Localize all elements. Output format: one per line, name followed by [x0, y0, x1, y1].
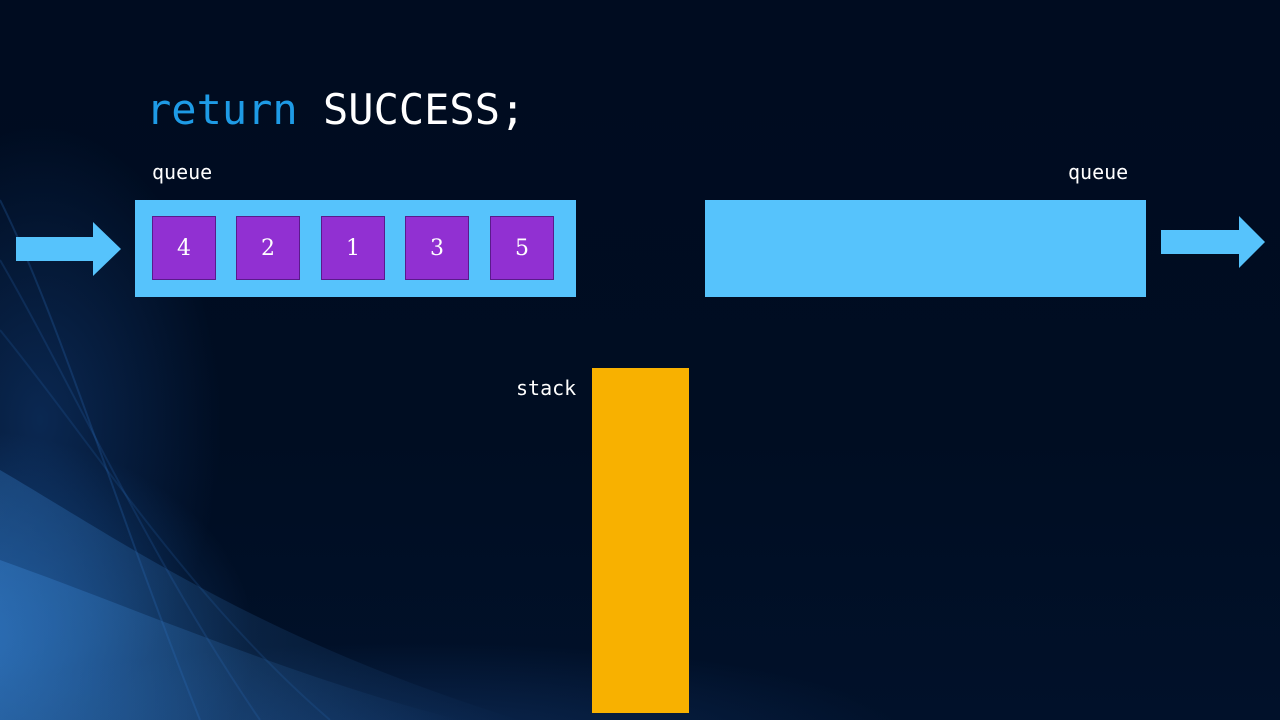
- queue-item: 3: [405, 216, 469, 280]
- output-queue-label: queue: [1068, 160, 1129, 184]
- input-queue: 4 2 1 3 5: [135, 200, 576, 297]
- stack-label: stack: [516, 376, 577, 400]
- input-queue-label: queue: [152, 160, 213, 184]
- queue-item: 1: [321, 216, 385, 280]
- output-queue: [705, 200, 1146, 297]
- right-arrow-icon: [16, 222, 121, 276]
- code-keyword: return: [146, 85, 298, 134]
- queue-item: 2: [236, 216, 300, 280]
- slide: return SUCCESS; queue 4 2 1 3 5 queue st…: [0, 0, 1280, 720]
- code-line: return SUCCESS;: [146, 82, 525, 138]
- stack: [592, 368, 689, 713]
- queue-item: 4: [152, 216, 216, 280]
- code-rest: SUCCESS;: [297, 85, 526, 134]
- right-arrow-icon: [1161, 216, 1265, 268]
- queue-item: 5: [490, 216, 554, 280]
